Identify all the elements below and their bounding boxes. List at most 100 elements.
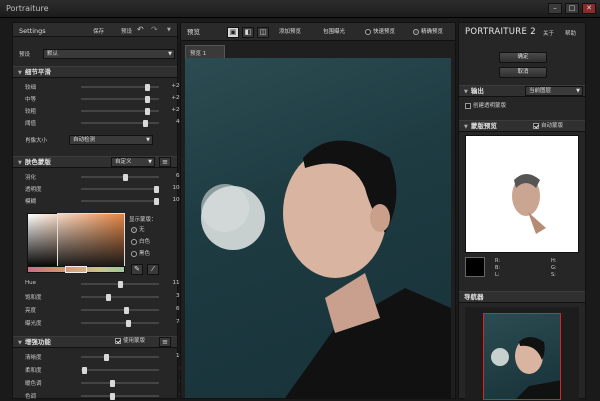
navigator-header[interactable]: 导航器 [459, 291, 585, 303]
auto-mask-checkbox[interactable]: 自动蒙版 [533, 122, 563, 130]
enhance-section-header[interactable]: ▼ 增强功能 [13, 336, 177, 348]
use-mask-label: 使用蒙版 [123, 338, 146, 344]
hsl-slider[interactable] [81, 281, 159, 288]
slider-thumb[interactable] [124, 307, 129, 314]
eyedropper-icon[interactable]: ⁄ [147, 264, 159, 275]
mask-option-white-label: 白色 [139, 239, 151, 245]
slider-thumb[interactable] [126, 320, 131, 327]
hsl-label: 曝光度 [25, 321, 42, 327]
slider-thumb[interactable] [123, 174, 128, 181]
skin-mode-select[interactable]: 自定义 ▼ [111, 157, 155, 167]
close-button[interactable]: ✕ [582, 3, 596, 14]
detail-slider[interactable] [81, 108, 159, 115]
mask-option-none[interactable]: 无 [131, 225, 145, 233]
mask-option-white[interactable]: 白色 [131, 237, 150, 245]
enhance-label: 暖色调 [25, 381, 42, 387]
collapse-icon: ▼ [18, 340, 22, 346]
help-link[interactable]: 帮助 [565, 29, 576, 37]
hsl-slider[interactable] [81, 320, 159, 327]
enhance-slider[interactable] [81, 380, 159, 387]
h-label: H: [551, 258, 557, 264]
auto-mask-label: 自动蒙版 [541, 123, 564, 129]
r-label: R: [495, 258, 501, 264]
hsl-row: 曝光度74 [25, 318, 183, 328]
portrait-photo [201, 140, 451, 398]
enhance-slider[interactable] [81, 354, 159, 361]
detail-label: 较细 [25, 85, 37, 91]
right-panel: PORTRAITURE 2 关于 帮助 确定 取消 ▼ 输出 当前图层 ▼ 创建透明… [458, 22, 586, 400]
hsl-slider[interactable] [81, 307, 159, 314]
output-value: 当前图层 [529, 88, 552, 94]
preview-image[interactable] [185, 58, 451, 398]
split-view-icon[interactable]: ◧ [242, 27, 254, 38]
slider-thumb[interactable] [145, 84, 150, 91]
bracket-button[interactable]: 包围曝光 [323, 25, 345, 39]
skin-row: 羽化68 [25, 172, 183, 182]
minimize-button[interactable]: – [548, 3, 562, 14]
enhance-slider[interactable] [81, 367, 159, 374]
preview-label: 预览 [187, 28, 200, 36]
slider-thumb[interactable] [82, 367, 87, 374]
enhance-row: 柔和度0 [25, 365, 183, 375]
navigator-thumbnail[interactable] [483, 313, 561, 400]
checkbox-icon [465, 102, 471, 109]
detail-slider[interactable] [81, 84, 159, 91]
preset-select[interactable]: 默认 ▼ [43, 49, 175, 59]
fast-preview-radio[interactable]: 快速预览 [365, 25, 395, 39]
use-mask-checkbox[interactable]: 使用蒙版 [115, 337, 145, 346]
slider-thumb[interactable] [143, 120, 148, 127]
add-preview-button[interactable]: 添加预览 [279, 25, 301, 39]
skin-slider[interactable] [81, 174, 159, 181]
portrait-size-label: 肖像大小 [25, 138, 48, 144]
mask-preview-header[interactable]: ▼ 蒙版预览 [459, 120, 585, 132]
detail-section-header[interactable]: ▼ 细节平滑 [13, 66, 177, 78]
skin-slider[interactable] [81, 198, 159, 205]
slider-thumb[interactable] [145, 96, 150, 103]
ok-button[interactable]: 确定 [499, 52, 547, 63]
ear-shape [370, 204, 390, 232]
mask-option-black-label: 黑色 [139, 251, 151, 257]
mask-option-black[interactable]: 黑色 [131, 249, 150, 257]
preset-button[interactable]: 预设 [121, 27, 132, 35]
save-button[interactable]: 保存 [93, 27, 104, 35]
detail-label: 阈值 [25, 121, 37, 127]
slider-thumb[interactable] [118, 281, 123, 288]
brush-icon[interactable]: ✎ [131, 264, 143, 275]
side-by-side-icon[interactable]: ◫ [257, 27, 269, 38]
settings-label: Settings [19, 27, 46, 35]
undo-icon[interactable]: ↶ [137, 25, 144, 34]
accurate-preview-radio[interactable]: 精确预览 [413, 25, 443, 39]
hsl-slider[interactable] [81, 294, 159, 301]
detail-slider[interactable] [81, 96, 159, 103]
hue-range-selection[interactable] [65, 266, 87, 273]
skin-slider[interactable] [81, 186, 159, 193]
enhance-row: 色调0 [25, 391, 183, 401]
enhance-label: 柔和度 [25, 368, 42, 374]
slider-thumb[interactable] [145, 108, 150, 115]
left-panel: Settings 保存 预设 ↶ ↷ ▼ 预设 默认 ▼ ▼ 细节平滑 较细 +20 中… [12, 22, 192, 401]
detail-slider[interactable] [81, 120, 159, 127]
redo-icon[interactable]: ↷ [151, 25, 158, 34]
enhance-menu-icon[interactable]: ≡ [159, 337, 171, 347]
single-view-icon[interactable]: ▣ [227, 27, 239, 38]
collapse-icon: ▼ [18, 160, 22, 166]
new-layer-checkbox[interactable]: 创建透明蒙版 [465, 102, 506, 110]
skin-menu-icon[interactable]: ≡ [159, 157, 171, 167]
collapse-icon: ▼ [464, 89, 468, 95]
output-select[interactable]: 当前图层 ▼ [525, 86, 583, 96]
enhance-slider[interactable] [81, 393, 159, 400]
new-layer-label: 创建透明蒙版 [473, 103, 507, 109]
about-link[interactable]: 关于 [543, 29, 554, 37]
slider-thumb[interactable] [104, 354, 109, 361]
s-label: S: [551, 272, 556, 278]
slider-thumb[interactable] [106, 294, 111, 301]
slider-thumb[interactable] [110, 380, 115, 387]
cancel-button[interactable]: 取消 [499, 67, 547, 78]
maximize-button[interactable]: □ [565, 3, 579, 14]
portrait-size-select[interactable]: 自动检测 ▼ [69, 135, 153, 145]
portrait-size-value: 自动检测 [73, 137, 96, 143]
preview-tab[interactable]: 预览 1 [185, 45, 225, 58]
title-bar: Portraiture – □ ✕ [0, 0, 600, 18]
enhance-row: 清晰度16 [25, 352, 183, 362]
menu-arrow-icon[interactable]: ▼ [167, 27, 171, 33]
